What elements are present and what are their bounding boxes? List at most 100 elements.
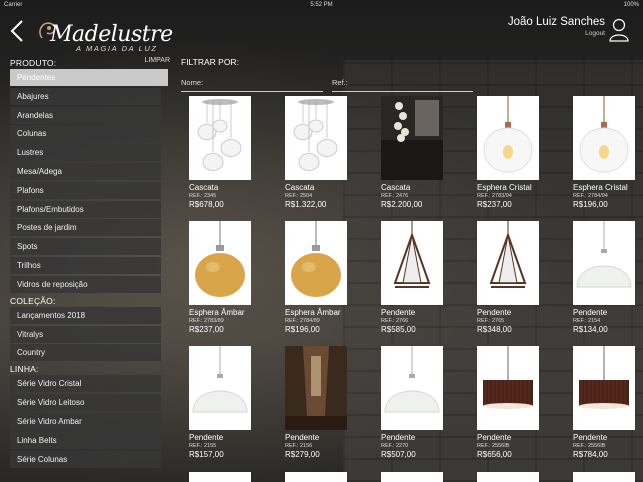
produto-item[interactable]: Abajures [10,87,161,105]
product-image[interactable] [477,472,539,482]
colecao-item[interactable]: Country [10,344,161,362]
product-name: Cascata [285,183,315,192]
product-name: Pendente [285,433,320,442]
colecao-item[interactable]: Vitralys [10,325,161,343]
product-name: Esphera Cristal [477,183,532,192]
product-image[interactable] [381,346,443,430]
product-card[interactable]: Pendente REF.: 2270 R$507,00 [381,346,471,459]
product-card[interactable]: Esphera Âmbar REF.: 2784/89 R$196,00 [285,221,375,334]
product-image[interactable] [381,96,443,180]
product-ref: REF.: 2270 [381,443,409,449]
linha-section-title: LINHA: [10,364,39,375]
filter-title: FILTRAR POR: [181,57,239,67]
product-ref: REF.: 2504 [285,193,313,199]
ref-filter-label: Ref.: [332,78,348,87]
product-ref: REF.: 2345 [189,193,217,199]
back-button[interactable] [8,18,28,44]
product-card[interactable]: Pendente REF.: 2766 R$585,00 [381,221,471,334]
product-image[interactable] [285,96,347,180]
product-ref: REF.: 2783/94 [477,193,512,199]
product-price: R$237,00 [189,325,224,334]
product-card[interactable]: Pendente REF.: 2765 R$348,00 [477,221,567,334]
product-card[interactable]: Esphera Cristal REF.: 2784/94 R$196,00 [573,96,643,209]
product-image[interactable] [381,472,443,482]
chevron-left-icon [10,20,23,42]
product-ref: REF.: 2556IB [477,443,510,449]
clock: 5:52 PM [310,2,333,8]
linha-item[interactable]: Série Colunas [10,450,161,468]
produto-item[interactable]: Postes de jardim [10,219,161,237]
produto-item[interactable]: Lustres [10,144,161,162]
product-ref: REF.: 2156 [285,443,313,449]
ref-filter-field[interactable]: Ref.: [332,75,473,92]
app-header: Madelustre A MAGIA DA LUZ João Luiz Sanc… [0,10,643,56]
produto-list: Pendentes Abajures Arandelas Colunas Lustres… [10,69,170,293]
linha-item[interactable]: Linha Belts [10,431,161,449]
user-info: João Luiz Sanches Logout [508,16,605,37]
produto-section-title: PRODUTO: [10,58,57,68]
colecao-list: Lançamentos 2018 Vitralys Country [10,306,170,362]
produto-item[interactable]: Plafons [10,181,161,199]
product-price: R$157,00 [189,450,224,459]
product-price: R$237,00 [477,200,512,209]
product-card[interactable]: Esphera Cristal REF.: 2783/94 R$237,00 [477,96,567,209]
linha-item[interactable]: Série Vidro Leitoso [10,394,161,412]
product-card[interactable]: Pendente REF.: 2556IB R$784,00 [573,346,643,459]
product-image[interactable] [285,472,347,482]
product-image[interactable] [573,472,635,482]
product-price: R$656,00 [477,450,512,459]
produto-item[interactable]: Trilhos [10,256,161,274]
product-image[interactable] [381,221,443,305]
product-card[interactable]: Cascata REF.: 2504 R$1.322,00 [285,96,375,209]
product-ref: REF.: 2155 [189,443,217,449]
product-card[interactable]: Cascata REF.: 2345 R$678,00 [189,96,279,209]
produto-item[interactable]: Plafons/Embutidos [10,200,161,218]
product-ref: REF.: 2765 [477,318,505,324]
product-name: Cascata [381,183,411,192]
product-name: Pendente [189,433,224,442]
produto-item[interactable]: Arandelas [10,106,161,124]
product-image[interactable] [189,472,251,482]
product-price: R$279,00 [285,450,320,459]
product-price: R$348,00 [477,325,512,334]
produto-item[interactable]: Colunas [10,125,161,143]
linha-item[interactable]: Série Vidro Ambar [10,412,161,430]
product-image[interactable] [573,96,635,180]
product-price: R$196,00 [573,200,608,209]
product-card[interactable]: Cascata REF.: 2476 R$2.200,00 [381,96,471,209]
product-image[interactable] [285,221,347,305]
product-name: Pendente [573,433,608,442]
product-card[interactable]: Pendente REF.: 2556IB R$656,00 [477,346,567,459]
product-image[interactable] [189,96,251,180]
product-card[interactable]: Esphera Âmbar REF.: 2783/89 R$237,00 [189,221,279,334]
produto-item[interactable]: Mesa/Adega [10,162,161,180]
product-image[interactable] [573,221,635,305]
product-card[interactable]: Pendente REF.: 2155 R$157,00 [189,346,279,459]
product-image[interactable] [477,221,539,305]
product-price: R$507,00 [381,450,416,459]
linha-item[interactable]: Série Vidro Cristal [10,375,161,393]
product-image[interactable] [285,346,347,430]
limpar-button[interactable]: LIMPAR [144,57,170,69]
logout-link[interactable]: Logout [508,30,605,37]
produto-item[interactable]: Pendentes [10,69,168,86]
product-price: R$784,00 [573,450,608,459]
product-price: R$678,00 [189,200,224,209]
product-card[interactable]: Pendente REF.: 2156 R$279,00 [285,346,375,459]
colecao-section-title: COLEÇÃO: [10,295,56,306]
colecao-item[interactable]: Lançamentos 2018 [10,306,161,324]
user-avatar-icon[interactable] [609,18,629,42]
product-image[interactable] [477,346,539,430]
product-card[interactable]: Pendente REF.: 2154 R$134,00 [573,221,643,334]
produto-item[interactable]: Spots [10,238,161,256]
name-filter-field[interactable]: Nome: [181,75,323,92]
produto-item[interactable]: Vidros de reposição [10,275,161,293]
product-name: Cascata [189,183,219,192]
product-image[interactable] [189,221,251,305]
product-ref: REF.: 2766 [381,318,409,324]
product-ref: REF.: 2784/94 [573,193,608,199]
product-image[interactable] [477,96,539,180]
product-image[interactable] [189,346,251,430]
product-image[interactable] [573,346,635,430]
product-ref: REF.: 2476 [381,193,409,199]
